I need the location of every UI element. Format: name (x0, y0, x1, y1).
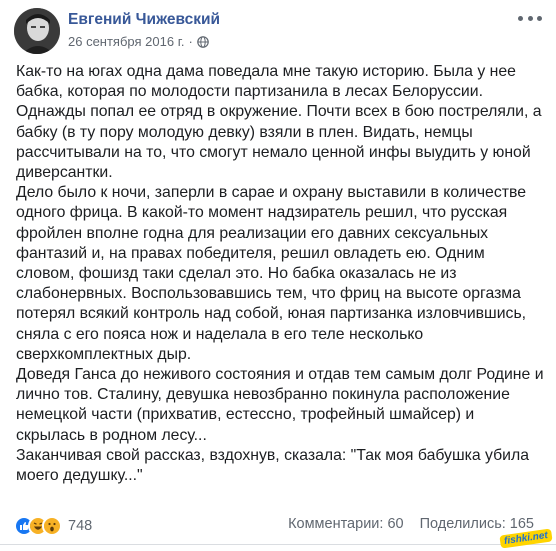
post-paragraph: Заканчивая свой рассказ, вздохнув, сказа… (16, 446, 530, 485)
post-paragraph: Доведя Ганса до неживого состояния и отд… (16, 366, 544, 444)
post-date[interactable]: 26 сентября 2016 г. (68, 34, 184, 49)
shares-count-link[interactable]: Поделились: 165 (420, 516, 534, 532)
post-body: Как-то на югах одна дама поведала мне та… (16, 62, 544, 486)
avatar[interactable] (14, 8, 60, 54)
comments-count-link[interactable]: Комментарии: 60 (288, 516, 404, 532)
author-photo (14, 8, 60, 54)
post-paragraph: Как-то на югах одна дама поведала мне та… (16, 63, 542, 182)
reaction-count: 748 (68, 518, 93, 534)
post-stats: Комментарии: 60 Поделились: 165 (276, 516, 534, 532)
author-name[interactable]: Евгений Чижевский (68, 11, 220, 29)
globe-icon (197, 35, 209, 48)
ellipsis-icon[interactable] (518, 10, 542, 26)
facebook-post: Евгений Чижевский 26 сентября 2016 г. · … (0, 0, 556, 551)
post-paragraph: Дело было к ночи, заперли в сарае и охра… (16, 184, 527, 363)
post-meta: 26 сентября 2016 г. · (68, 34, 209, 49)
reactions-summary[interactable]: 748 (14, 516, 92, 536)
wow-icon (42, 516, 62, 536)
divider (0, 544, 556, 545)
meta-separator: · (188, 34, 193, 49)
